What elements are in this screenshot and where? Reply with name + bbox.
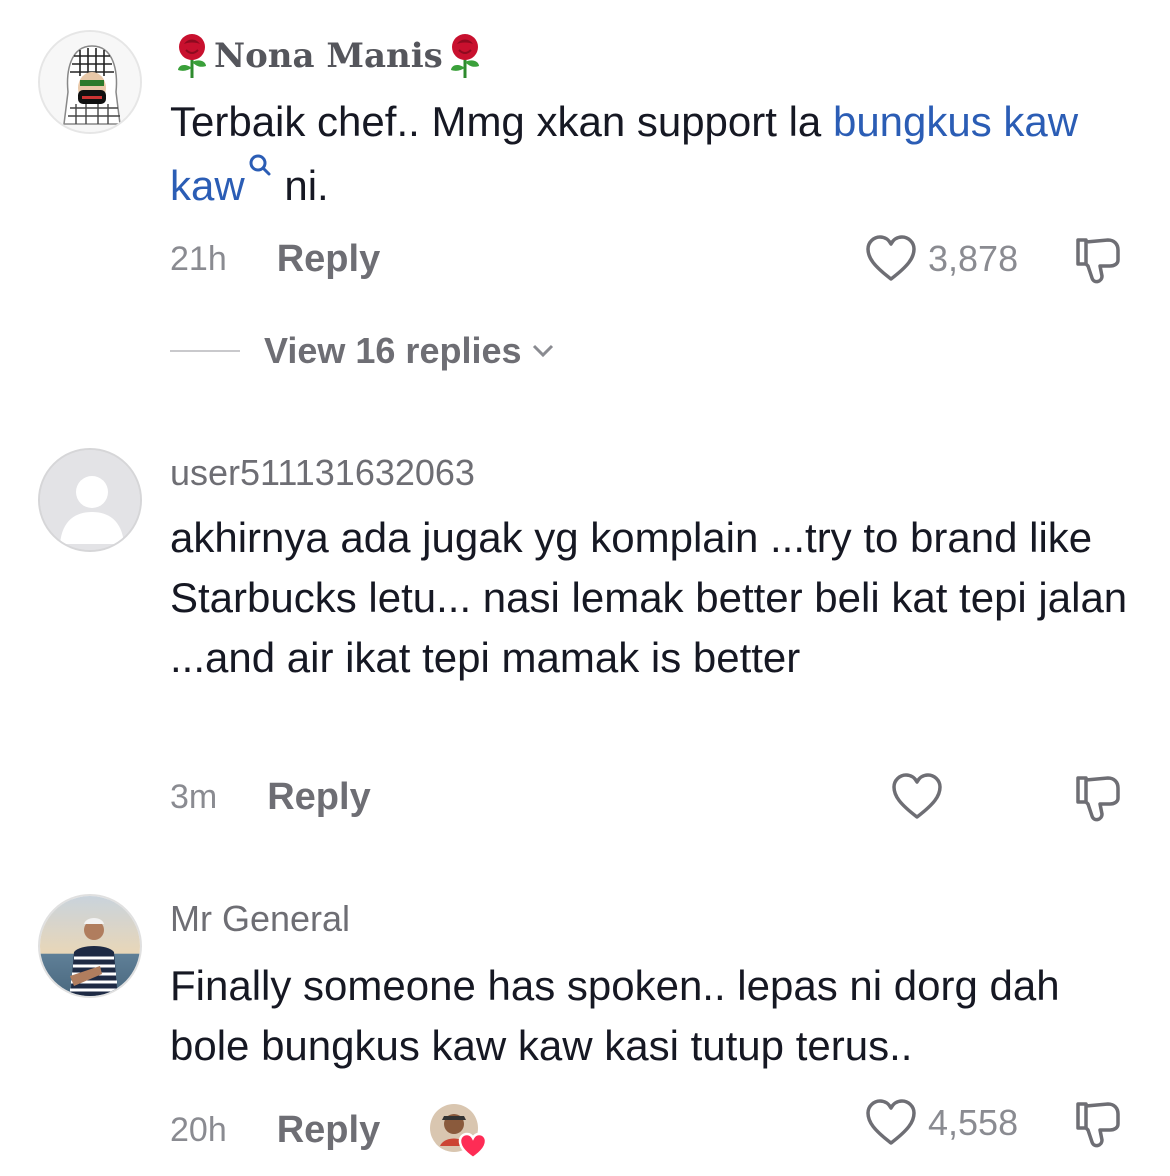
comment-text-part: Terbaik chef.. Mmg xkan support la: [170, 98, 833, 145]
heart-outline-icon: [866, 235, 916, 281]
heart-outline-icon: [892, 773, 942, 819]
comment-meta: 3m Reply: [170, 776, 371, 819]
dislike-button[interactable]: [1072, 772, 1124, 824]
view-replies-button[interactable]: View 16 replies: [170, 330, 558, 372]
reply-button[interactable]: Reply: [267, 776, 370, 819]
timestamp: 3m: [170, 778, 218, 816]
view-replies-label: View 16 replies: [264, 330, 522, 371]
rose-icon: [178, 34, 206, 78]
comment-meta: 21h Reply: [170, 238, 380, 281]
comment-text: Finally someone has spoken.. lepas ni do…: [170, 962, 1060, 1069]
reply-button[interactable]: Reply: [277, 238, 380, 281]
thumbs-down-icon: [1076, 776, 1120, 822]
thumbs-down-icon: [1076, 238, 1120, 284]
like-button[interactable]: 4,558: [864, 1098, 1018, 1148]
chevron-down-icon: [532, 344, 553, 358]
username[interactable]: Nona Manis: [170, 32, 487, 80]
dislike-button[interactable]: [1072, 234, 1124, 286]
avatar-image: [40, 32, 140, 132]
like-count: 4,558: [928, 1102, 1019, 1143]
creator-liked-badge: [428, 1102, 488, 1160]
rose-icon: [450, 34, 479, 78]
avatar[interactable]: [38, 448, 142, 552]
like-button[interactable]: 3,878: [864, 234, 1018, 284]
like-button[interactable]: [890, 772, 944, 822]
divider-line: [170, 350, 240, 352]
creator-heart-icon: [458, 1132, 488, 1160]
avatar-image: [40, 896, 140, 996]
avatar[interactable]: [38, 30, 142, 134]
timestamp: 20h: [170, 1110, 227, 1149]
reply-button[interactable]: Reply: [277, 1109, 380, 1152]
default-avatar-icon: [40, 450, 140, 550]
thumbs-down-icon: [1076, 1102, 1120, 1148]
avatar[interactable]: [38, 894, 142, 998]
dislike-button[interactable]: [1072, 1098, 1124, 1150]
like-count: 3,878: [928, 238, 1019, 279]
comment-text: akhirnya ada jugak yg komplain ...try to…: [170, 514, 1128, 681]
username-label: Nona Manis: [214, 36, 443, 76]
timestamp: 21h: [170, 240, 227, 278]
search-icon: [249, 154, 271, 176]
username[interactable]: user511131632063: [170, 452, 475, 494]
heart-outline-icon: [866, 1099, 916, 1145]
comment-text-part: ni.: [272, 162, 329, 209]
username[interactable]: Mr General: [170, 898, 350, 940]
comment-text: Terbaik chef.. Mmg xkan support la bungk…: [170, 92, 1110, 216]
comment-meta: 20h Reply: [170, 1102, 488, 1160]
